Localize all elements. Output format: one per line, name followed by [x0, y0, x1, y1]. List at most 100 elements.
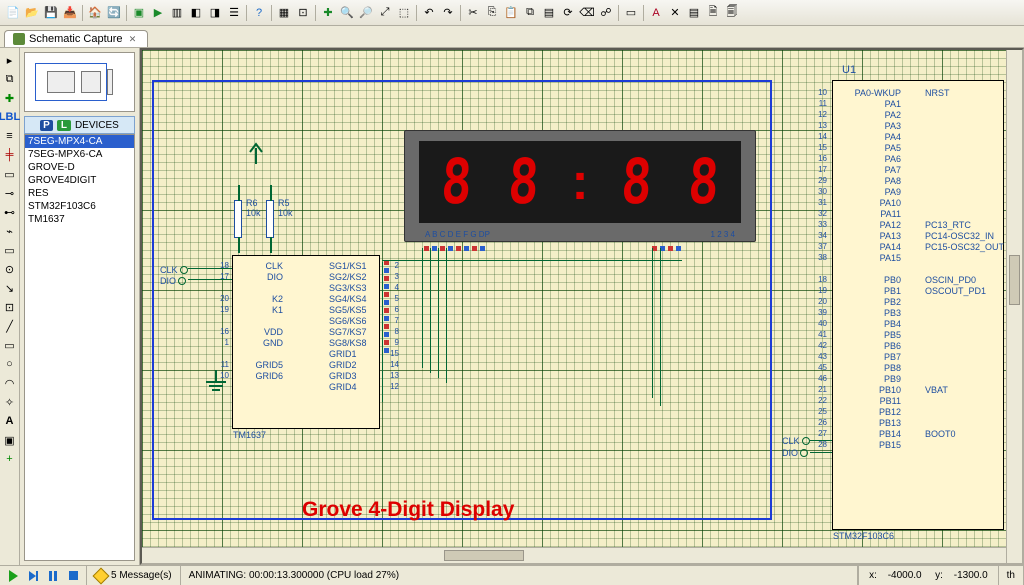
- list-icon[interactable]: ☰: [225, 4, 243, 22]
- device-item[interactable]: TM1637: [25, 213, 134, 226]
- tab-schematic-capture[interactable]: Schematic Capture ✕: [4, 30, 148, 47]
- zoom-area-icon[interactable]: ⬚: [395, 4, 413, 22]
- bus-icon[interactable]: ╪: [2, 147, 18, 163]
- device-item[interactable]: GROVE4DIGIT: [25, 174, 134, 187]
- page-next-icon[interactable]: ◨: [206, 4, 224, 22]
- copy-icon[interactable]: ⎘: [483, 4, 501, 22]
- cut-icon[interactable]: ✂: [464, 4, 482, 22]
- rect-icon[interactable]: ▭: [2, 337, 18, 353]
- devices-title: DEVICES: [75, 120, 119, 131]
- device-item[interactable]: 7SEG-MPX6-CA: [25, 148, 134, 161]
- new-icon[interactable]: 📄: [4, 4, 22, 22]
- block-copy-icon[interactable]: ⧉: [521, 4, 539, 22]
- terminal-dio[interactable]: DIO: [160, 276, 186, 286]
- label-icon[interactable]: LBL: [2, 109, 18, 125]
- page-prev-icon[interactable]: ◧: [187, 4, 205, 22]
- board-icon[interactable]: ▣: [130, 4, 148, 22]
- close-icon[interactable]: ✕: [127, 33, 139, 45]
- text-script-icon[interactable]: ≡: [2, 128, 18, 144]
- pin-icon[interactable]: ⊷: [2, 204, 18, 220]
- zoom-fit-icon[interactable]: ⤢: [376, 4, 394, 22]
- messages-cell[interactable]: 5 Message(s): [87, 566, 181, 585]
- arc-icon[interactable]: ◠: [2, 375, 18, 391]
- graph-icon[interactable]: ⌁: [2, 223, 18, 239]
- center-icon[interactable]: ✚: [319, 4, 337, 22]
- overview-window[interactable]: [24, 52, 135, 112]
- zoom-in-icon[interactable]: 🔍: [338, 4, 356, 22]
- select-icon[interactable]: ▸: [2, 52, 18, 68]
- units: th: [999, 566, 1024, 585]
- terminal-u1-dio[interactable]: DIO: [782, 448, 808, 458]
- terminal-icon[interactable]: ⊸: [2, 185, 18, 201]
- chip-label: STM32F103C6: [833, 531, 894, 541]
- undo-icon[interactable]: ↶: [420, 4, 438, 22]
- device-item[interactable]: GROVE-D: [25, 161, 134, 174]
- chip-stm32[interactable]: 10PA0-WKUP11PA112PA213PA314PA415PA516PA6…: [832, 80, 1004, 530]
- horizontal-scrollbar[interactable]: [142, 547, 1006, 563]
- module-title: Grove 4-Digit Display: [302, 498, 514, 522]
- resistor-r5[interactable]: [266, 200, 274, 238]
- redo-icon[interactable]: ↷: [439, 4, 457, 22]
- subsheet-icon[interactable]: ▭: [2, 166, 18, 182]
- line-icon[interactable]: ╱: [2, 318, 18, 334]
- package-icon[interactable]: ▭: [622, 4, 640, 22]
- block-move-icon[interactable]: ▤: [540, 4, 558, 22]
- side-panel: P L DEVICES 7SEG-MPX4-CA7SEG-MPX6-CAGROV…: [20, 48, 140, 565]
- digit-2: 8: [506, 151, 540, 213]
- export-icon[interactable]: 🗐: [723, 4, 741, 22]
- chip-label: TM1637: [233, 430, 266, 440]
- terminal-u1-clk[interactable]: CLK: [782, 436, 810, 446]
- vertical-scrollbar[interactable]: [1006, 50, 1022, 563]
- block-rotate-icon[interactable]: ⟳: [559, 4, 577, 22]
- generator-icon[interactable]: ⊙: [2, 261, 18, 277]
- snap-icon[interactable]: ⊡: [294, 4, 312, 22]
- netlist-icon[interactable]: ▤: [685, 4, 703, 22]
- refresh-icon[interactable]: 🔄: [105, 4, 123, 22]
- grid-icon[interactable]: ▦: [275, 4, 293, 22]
- save-icon[interactable]: 💾: [42, 4, 60, 22]
- component-icon[interactable]: ⧉: [2, 71, 18, 87]
- device-item[interactable]: STM32F103C6: [25, 200, 134, 213]
- probe-icon[interactable]: ↘: [2, 280, 18, 296]
- colon: :: [571, 156, 588, 208]
- home-icon[interactable]: 🏠: [86, 4, 104, 22]
- open-icon[interactable]: 📂: [23, 4, 41, 22]
- library-toggle-icon[interactable]: L: [57, 120, 71, 131]
- device-item[interactable]: 7SEG-MPX4-CA: [25, 135, 134, 148]
- play-sim-icon[interactable]: ▶: [149, 4, 167, 22]
- text-icon[interactable]: A: [2, 413, 18, 429]
- sim-step-icon[interactable]: [26, 569, 40, 583]
- sim-stop-icon[interactable]: [66, 569, 80, 583]
- junction-icon[interactable]: ✚: [2, 90, 18, 106]
- import-icon[interactable]: 📥: [61, 4, 79, 22]
- sheet-icon[interactable]: ▥: [168, 4, 186, 22]
- terminal-clk[interactable]: CLK: [160, 265, 188, 275]
- block-delete-icon[interactable]: ⌫: [578, 4, 596, 22]
- coordinates: x: -4000.0 y: -1300.0: [858, 566, 999, 585]
- sim-play-icon[interactable]: [6, 569, 20, 583]
- erc-icon[interactable]: A: [647, 4, 665, 22]
- anim-status: ANIMATING: 00:00:13.300000 (CPU load 27%…: [181, 566, 859, 585]
- seven-seg-display[interactable]: 8 8 : 8 8 A B C D E F G DP 1 2 3 4: [404, 130, 756, 242]
- help-icon[interactable]: ?: [250, 4, 268, 22]
- symbol-icon[interactable]: ▣: [2, 432, 18, 448]
- tape-icon[interactable]: ▭: [2, 242, 18, 258]
- paste-icon[interactable]: 📋: [502, 4, 520, 22]
- device-list[interactable]: 7SEG-MPX4-CA7SEG-MPX6-CAGROVE-DGROVE4DIG…: [24, 134, 135, 561]
- sim-pause-icon[interactable]: [46, 569, 60, 583]
- resistor-r6[interactable]: [234, 200, 242, 238]
- document-tabbar: Schematic Capture ✕: [0, 26, 1024, 48]
- device-item[interactable]: RES: [25, 187, 134, 200]
- schematic-canvas[interactable]: Grove 4-Digit Display CLK DIO R610k R510…: [140, 48, 1024, 565]
- path-icon[interactable]: ✧: [2, 394, 18, 410]
- circle-icon[interactable]: ○: [2, 356, 18, 372]
- library-icon[interactable]: ☍: [597, 4, 615, 22]
- instrument-icon[interactable]: ⊡: [2, 299, 18, 315]
- bom-icon[interactable]: ✕: [666, 4, 684, 22]
- schematic-icon: [13, 33, 25, 45]
- zoom-out-icon[interactable]: 🔎: [357, 4, 375, 22]
- report-icon[interactable]: 🗎: [704, 4, 722, 22]
- pick-icon[interactable]: P: [40, 120, 53, 131]
- plus-icon[interactable]: +: [2, 451, 18, 467]
- chip-tm1637[interactable]: 18CLK17DIO20K219K116VDD1GND11GRID510GRID…: [232, 255, 380, 429]
